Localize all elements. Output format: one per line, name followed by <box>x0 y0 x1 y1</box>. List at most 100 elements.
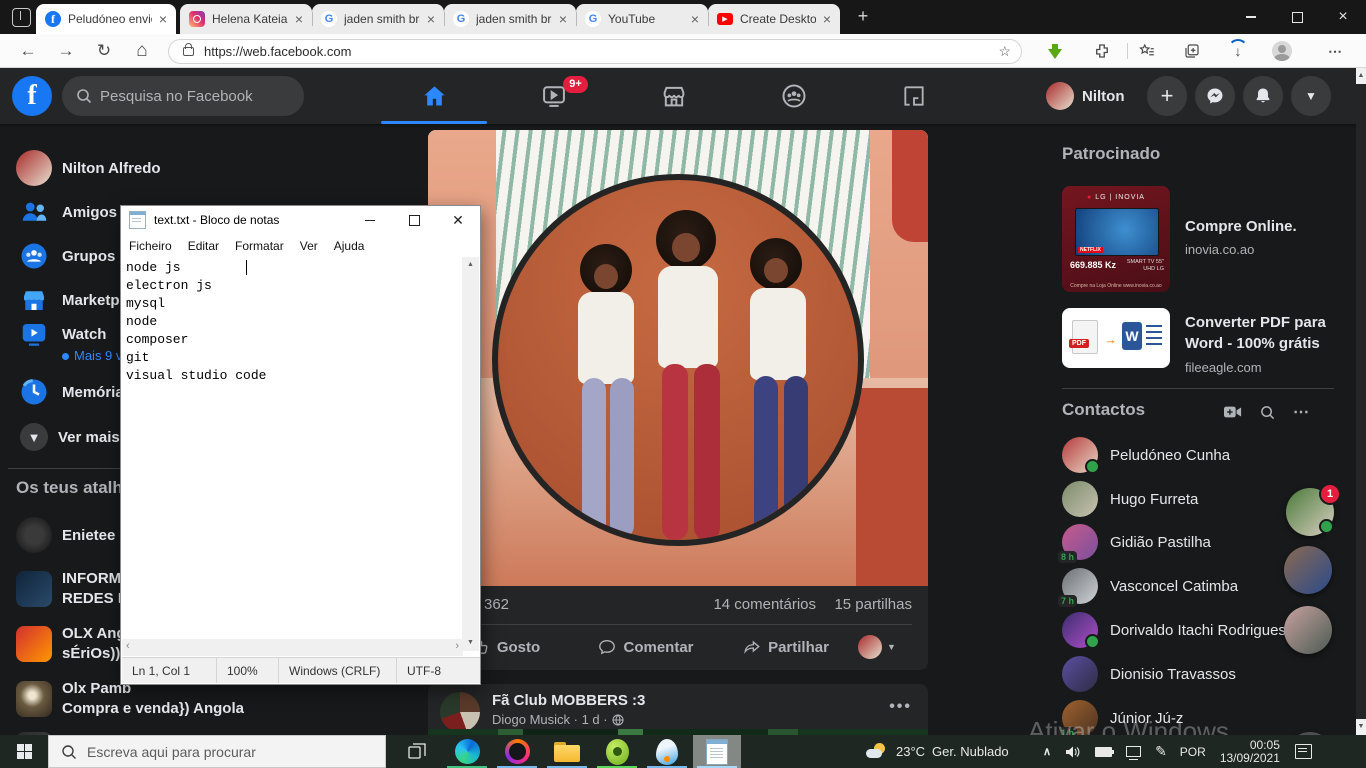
search-contacts-icon[interactable] <box>1260 405 1275 420</box>
tab-close-icon[interactable]: × <box>556 12 570 26</box>
window-maximize-button[interactable] <box>1274 0 1320 34</box>
taskbar-app-disc[interactable] <box>493 735 541 768</box>
tab-google-search-1[interactable]: G jaden smith braids – P × <box>312 4 444 34</box>
post-photo[interactable] <box>428 130 928 586</box>
contact-dorivaldo[interactable]: Dorivaldo Itachi Rodrigues <box>1054 608 1294 652</box>
action-center-icon[interactable] <box>1295 744 1312 759</box>
scroll-up-arrow[interactable]: ▲ <box>1356 68 1366 84</box>
share-count[interactable]: 15 partilhas <box>834 596 912 613</box>
menu-ficheiro[interactable]: Ficheiro <box>121 239 180 253</box>
ad-image-pdf-word[interactable]: PDF → W <box>1062 308 1170 368</box>
comment-button[interactable]: Comentar <box>576 628 716 666</box>
settings-menu-icon[interactable]: ⋯ <box>1324 39 1348 63</box>
chat-head-1[interactable]: 1 <box>1286 488 1334 536</box>
ad-title[interactable]: Compre Online. <box>1185 216 1341 237</box>
nav-home-tab[interactable] <box>379 72 489 120</box>
comment-as-profile[interactable]: ▼ <box>858 635 896 659</box>
downloads-icon[interactable]: ↓ <box>1226 39 1250 63</box>
start-button[interactable] <box>0 735 48 768</box>
facebook-search[interactable]: Pesquisa no Facebook <box>62 76 304 116</box>
address-bar[interactable]: https://web.facebook.com ☆ <box>168 39 1022 64</box>
sidebar-item-profile[interactable]: Nilton Alfredo <box>0 146 420 190</box>
back-icon[interactable]: ← <box>16 39 40 63</box>
scroll-up-arrow[interactable]: ▲ <box>462 257 479 273</box>
taskbar-search[interactable]: Escreva aqui para procurar <box>48 735 386 768</box>
pen-icon[interactable]: ✎ <box>1155 743 1167 760</box>
messenger-button[interactable] <box>1195 76 1235 116</box>
reaction-count[interactable]: 362 <box>484 596 509 613</box>
tab-close-icon[interactable]: × <box>688 12 702 26</box>
ad-image-lg-inovia[interactable]: ● LG | INOVIA NETFLIX 669.885 Kz SMART T… <box>1062 186 1170 292</box>
battery-icon[interactable] <box>1095 747 1112 757</box>
contacts-menu-icon[interactable]: ⋯ <box>1293 402 1310 422</box>
contact-dionisio[interactable]: Dionisio Travassos <box>1054 652 1294 696</box>
download-extension-icon[interactable] <box>1043 39 1067 63</box>
menu-formatar[interactable]: Formatar <box>227 239 292 253</box>
taskbar-app-file-explorer[interactable] <box>543 735 591 768</box>
create-button[interactable]: + <box>1147 76 1187 116</box>
window-close-button[interactable]: × <box>1320 0 1366 34</box>
volume-icon[interactable] <box>1065 745 1081 759</box>
browser-profile-icon[interactable] <box>1270 39 1294 63</box>
forward-icon[interactable]: → <box>54 39 78 63</box>
network-icon[interactable] <box>1126 746 1141 757</box>
tab-youtube-search[interactable]: G YouTube × <box>576 4 708 34</box>
scroll-down-arrow[interactable]: ▼ <box>1356 719 1366 735</box>
post-author[interactable]: Diogo Musick · 1 d · <box>492 712 608 727</box>
new-tab-button[interactable]: + <box>852 6 874 28</box>
taskbar-app-format-factory[interactable] <box>643 735 691 768</box>
chat-head-3[interactable] <box>1284 606 1332 654</box>
taskbar-weather[interactable]: 23°C Ger. Nublado <box>866 735 1009 768</box>
nav-marketplace-tab[interactable] <box>619 72 729 120</box>
profile-shortcut[interactable]: Nilton <box>1046 76 1125 116</box>
notifications-button[interactable] <box>1243 76 1283 116</box>
nav-watch-tab[interactable] <box>499 72 609 120</box>
account-menu-button[interactable]: ▼ <box>1291 76 1331 116</box>
taskbar-app-notepad[interactable] <box>693 735 741 768</box>
taskbar-app-green[interactable] <box>593 735 641 768</box>
scroll-down-arrow[interactable]: ▼ <box>462 635 479 651</box>
tab-google-search-2[interactable]: G jaden smith braids - P × <box>444 4 576 34</box>
favorites-bar-icon[interactable] <box>1135 39 1159 63</box>
task-view-button[interactable] <box>393 735 441 768</box>
group-avatar[interactable] <box>440 692 480 732</box>
contact-vasconcel[interactable]: 7 h Vasconcel Catimba <box>1054 564 1294 608</box>
scroll-right-arrow[interactable]: › <box>455 640 459 652</box>
language-indicator[interactable]: POR <box>1180 745 1206 759</box>
contact-hugo[interactable]: Hugo Furreta <box>1054 477 1294 521</box>
notepad-close-button[interactable]: ✕ <box>436 206 480 234</box>
new-room-icon[interactable] <box>1224 405 1242 419</box>
notepad-horizontal-scrollbar[interactable]: ‹ › <box>122 639 463 656</box>
tab-close-icon[interactable]: × <box>424 12 438 26</box>
extensions-puzzle-icon[interactable] <box>1090 39 1114 63</box>
notepad-text-area[interactable]: node js electron js mysql node composer … <box>122 257 463 651</box>
notepad-minimize-button[interactable] <box>348 206 392 234</box>
tab-close-icon[interactable]: × <box>292 12 306 26</box>
tab-create-desktop-app[interactable]: ▶ Create Desktop Applic × <box>708 4 840 34</box>
group-name[interactable]: Fã Club MOBBERS :3 <box>492 692 645 709</box>
window-minimize-button[interactable] <box>1228 0 1274 34</box>
notepad-title-bar[interactable]: text.txt - Bloco de notas ✕ <box>121 206 480 234</box>
notepad-maximize-button[interactable] <box>392 206 436 234</box>
nav-gaming-tab[interactable] <box>859 72 969 120</box>
notepad-vertical-scrollbar[interactable]: ▲ ▼ <box>462 257 479 651</box>
share-button[interactable]: Partilhar <box>716 628 856 666</box>
page-scrollbar[interactable]: ▲ ▼ <box>1356 68 1366 735</box>
url-text[interactable]: https://web.facebook.com <box>204 44 351 59</box>
facebook-logo[interactable]: f <box>12 76 52 116</box>
ad-domain[interactable]: inovia.co.ao <box>1185 242 1254 257</box>
ad-title[interactable]: Converter PDF para Word - 100% grátis <box>1185 312 1341 354</box>
hidden-icons-chevron[interactable]: ∧ <box>1043 745 1051 758</box>
ad-domain[interactable]: fileeagle.com <box>1185 360 1262 375</box>
scroll-left-arrow[interactable]: ‹ <box>126 640 130 652</box>
tab-actions-menu-icon[interactable] <box>12 8 31 27</box>
tab-instagram[interactable]: Helena Kateia (@h_kat × <box>180 4 312 34</box>
tab-facebook[interactable]: f Peludóneo enviou-te u × <box>36 4 176 34</box>
chat-head-2[interactable] <box>1284 546 1332 594</box>
menu-editar[interactable]: Editar <box>180 239 227 253</box>
add-favorite-icon[interactable]: ☆ <box>998 43 1011 60</box>
refresh-icon[interactable]: ↻ <box>92 39 116 63</box>
nav-groups-tab[interactable] <box>739 72 849 120</box>
taskbar-clock[interactable]: 00:05 13/09/2021 <box>1220 739 1280 765</box>
menu-ajuda[interactable]: Ajuda <box>326 239 373 253</box>
